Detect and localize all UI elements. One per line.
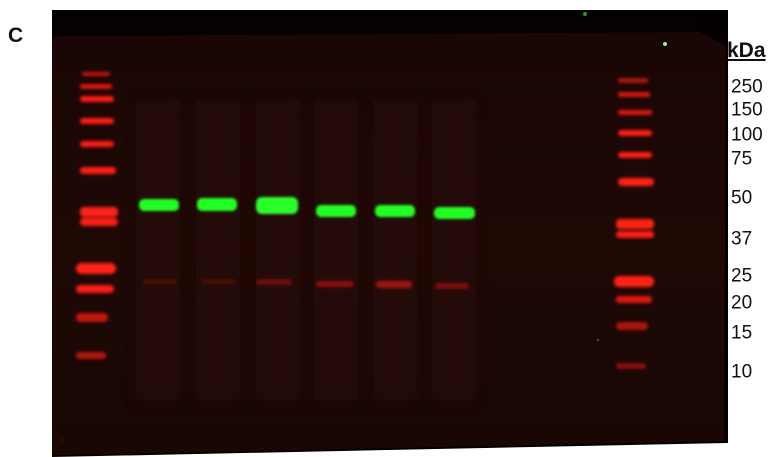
mw-label-37: 37 — [731, 228, 753, 250]
ladder-right-band — [618, 152, 652, 158]
ladder-right-band — [614, 276, 654, 287]
mw-label-25: 25 — [731, 265, 753, 287]
faint-band — [316, 281, 354, 287]
mw-label-50: 50 — [731, 187, 753, 209]
faint-band — [256, 279, 292, 285]
ladder-right-band — [616, 231, 654, 238]
ladder-right-band — [616, 322, 648, 330]
ladder-right-band — [618, 178, 654, 186]
mw-label-15: 15 — [731, 322, 753, 344]
target-band-lane-1 — [139, 199, 179, 211]
mw-label-75: 75 — [731, 148, 753, 170]
target-band-lane-5 — [375, 205, 415, 217]
target-band-lane-3 — [256, 197, 298, 214]
mw-label-20: 20 — [731, 292, 753, 314]
ladder-left-band — [80, 118, 114, 124]
ladder-left-band — [82, 72, 110, 76]
ladder-left-band — [80, 207, 118, 217]
ladder-left-band — [80, 167, 116, 174]
mw-label-150: 150 — [731, 99, 763, 121]
ladder-left-band — [80, 141, 114, 147]
target-band-lane-4 — [316, 205, 356, 217]
ladder-left-band — [80, 218, 118, 226]
faint-band — [435, 283, 469, 289]
ladder-right-band — [618, 92, 650, 97]
mw-label-10: 10 — [731, 361, 753, 383]
ladder-right-band — [618, 78, 648, 83]
ladder-right-band — [616, 296, 652, 303]
faint-band — [143, 279, 177, 284]
mw-label-250: 250 — [731, 76, 763, 98]
ladder-right-band — [616, 219, 654, 229]
western-blot-image — [52, 10, 728, 457]
target-band-lane-2 — [197, 198, 237, 211]
ladder-left-band — [76, 352, 106, 359]
ladder-left-band — [80, 84, 112, 89]
mw-label-100: 100 — [731, 124, 763, 146]
ladder-right-band — [618, 130, 652, 136]
target-band-lane-6 — [434, 207, 475, 219]
faint-band — [202, 279, 236, 284]
ladder-left-band — [76, 285, 114, 293]
ladder-left-band — [76, 313, 108, 322]
ladder-left-band — [80, 96, 114, 102]
ladder-left-band — [76, 263, 116, 274]
ladder-right-band — [616, 363, 646, 369]
faint-band — [376, 281, 412, 288]
kda-axis-title: kDa — [727, 39, 766, 62]
ladder-right-band — [618, 110, 652, 115]
